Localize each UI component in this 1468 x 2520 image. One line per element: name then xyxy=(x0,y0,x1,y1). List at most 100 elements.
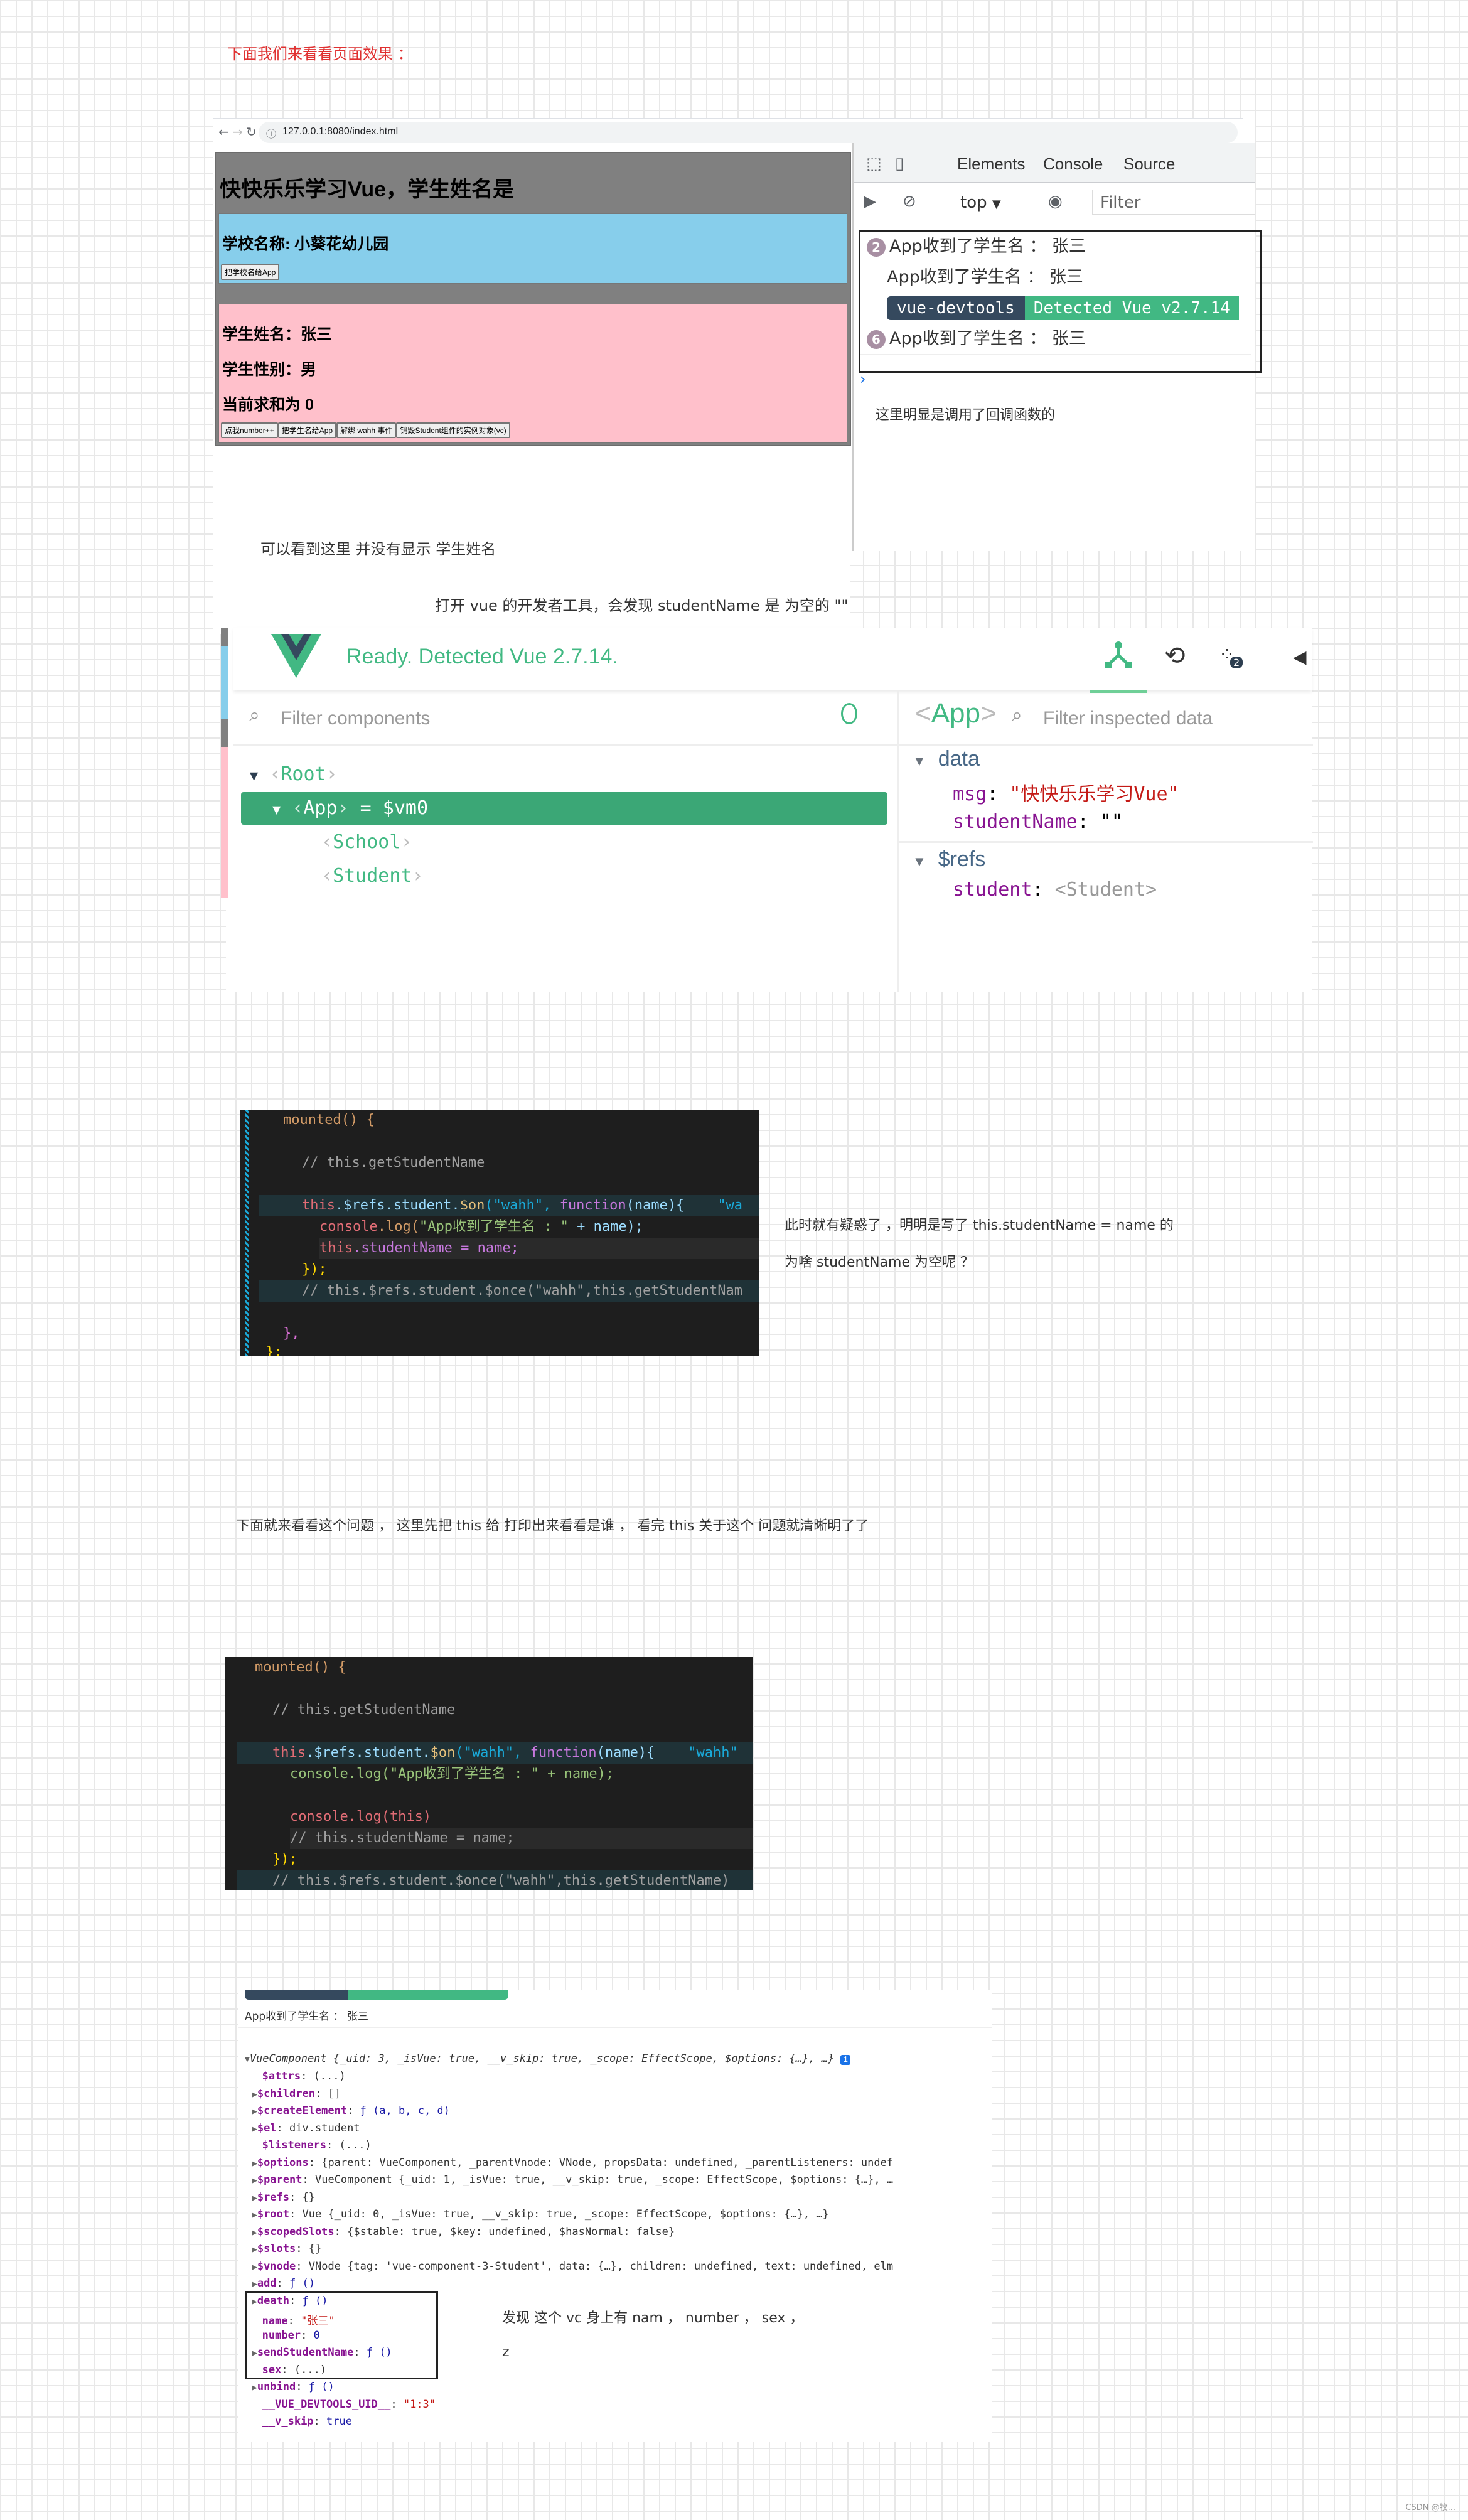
search-icon: ⌕ xyxy=(1012,704,1022,726)
tab-console[interactable]: Console xyxy=(1036,154,1111,185)
clear-console-icon[interactable]: ⊘ xyxy=(903,192,916,211)
dump-row[interactable]: ▶$slots: {} xyxy=(252,2243,321,2255)
tree-item-app[interactable]: ▼ ‹App› = $vm0 xyxy=(241,792,887,825)
expand-arrow-icon[interactable]: ▶ xyxy=(252,2090,257,2099)
dump-row[interactable]: ▶$el: div.student xyxy=(252,2122,360,2135)
question-note-line1: 此时就有疑惑了 ，明明是写了 this.studentName = name 的 xyxy=(785,1218,1174,1233)
dump-value: div.student xyxy=(289,2121,360,2135)
timeline-history-icon[interactable]: ⟲ xyxy=(1164,641,1186,670)
code-line: // this.$refs.student.$once("wahh",this.… xyxy=(237,1870,753,1890)
student-sex: 学生性别：男 xyxy=(222,361,317,378)
reload-icon[interactable]: ↻ xyxy=(246,124,257,139)
code-line: this.$refs.student.$on("wahh", function(… xyxy=(259,1195,759,1216)
dump-value: "1:3" xyxy=(403,2398,436,2411)
dump-row[interactable]: ▶$parent: VueComponent {_uid: 1, _isVue:… xyxy=(252,2174,893,2186)
intro-note: 下面我们来看看页面效果 ： xyxy=(227,45,413,63)
dump-row[interactable]: ▶$refs: {} xyxy=(252,2191,315,2204)
dump-row: $listeners: (...) xyxy=(252,2139,372,2152)
page-edge-strip xyxy=(221,628,228,898)
expand-arrow-icon[interactable]: ▶ xyxy=(252,2194,257,2203)
expand-arrow-icon[interactable]: ▶ xyxy=(252,2125,257,2134)
destroy-student-button[interactable]: 销毁Student组件的实例对象(vc) xyxy=(396,422,510,438)
sidebar-toggle-icon[interactable]: ▶ xyxy=(864,192,876,211)
expand-arrow-icon[interactable]: ▼ xyxy=(241,768,258,784)
dump-header[interactable]: ▼VueComponent {_uid: 3, _isVue: true, __… xyxy=(245,2052,851,2065)
code-line: // this.$refs.student.$once("wahh",this.… xyxy=(259,1280,759,1302)
dump-value: ƒ () xyxy=(308,2381,335,2393)
expand-arrow-icon[interactable]: ▶ xyxy=(252,2211,257,2220)
dump-row[interactable]: ▶unbind: ƒ () xyxy=(252,2381,335,2393)
context-selector[interactable]: top ▼ xyxy=(960,193,1001,212)
filter-inspected-data-input[interactable]: Filter inspected data xyxy=(1043,708,1213,729)
dump-row[interactable]: ▶$options: {parent: VueComponent, _paren… xyxy=(252,2157,893,2169)
question-note-line2: 为啥 studentName 为空呢 ？ xyxy=(785,1255,974,1270)
send-student-name-button[interactable]: 把学生名给App xyxy=(277,422,337,438)
vue-devtools-badge-cut xyxy=(245,1990,508,2000)
dump-row[interactable]: ▶$children: [] xyxy=(252,2088,341,2100)
dump-row[interactable]: ▶$vnode: VNode {tag: 'vue-component-3-St… xyxy=(252,2260,893,2273)
code-line: }); xyxy=(272,1852,297,1867)
info-icon[interactable]: i xyxy=(840,2055,851,2065)
dump-key: $listeners xyxy=(262,2139,327,2152)
tab-sources[interactable]: Source xyxy=(1123,154,1175,174)
code-line: mounted() { xyxy=(283,1112,375,1128)
filter-components[interactable]: ⌕ Filter components xyxy=(233,690,897,746)
expand-arrow-icon[interactable]: ▶ xyxy=(252,2159,257,2169)
dump-row[interactable]: ▶add: ƒ () xyxy=(252,2277,315,2290)
dump-value: true xyxy=(326,2415,352,2428)
performance-icon[interactable]: ⁘ 2 xyxy=(1219,644,1243,668)
url-text: 127.0.0.1:8080/index.html xyxy=(282,126,399,137)
data-section[interactable]: ▼ data xyxy=(913,747,980,771)
info-icon[interactable]: ⓘ xyxy=(266,126,276,141)
device-toolbar-icon[interactable]: ▯ xyxy=(895,154,904,173)
inspect-element-icon[interactable]: ⬚ xyxy=(866,154,882,173)
console-prompt-icon[interactable]: › xyxy=(860,370,866,388)
forward-arrow-icon[interactable]: → xyxy=(232,124,243,139)
dump-key: $parent xyxy=(257,2174,303,2186)
dump-row[interactable]: ▶$root: Vue {_uid: 0, _isVue: true, __v_… xyxy=(252,2208,829,2221)
expand-arrow-icon[interactable]: ▶ xyxy=(252,2228,257,2238)
dump-key: $vnode xyxy=(257,2260,296,2273)
page-note: 可以看到这里 并没有显示 学生姓名 xyxy=(260,540,496,558)
filter-components-input[interactable]: Filter components xyxy=(281,708,430,729)
eye-icon[interactable]: ◉ xyxy=(1048,192,1063,211)
dump-key: __VUE_DEVTOOLS_UID__ xyxy=(262,2398,391,2411)
expand-arrow-icon[interactable]: ▶ xyxy=(252,2107,257,2116)
tree-item-root[interactable]: ▼ ‹Root› xyxy=(241,758,887,791)
dump-row[interactable]: ▶$scopedSlots: {$stable: true, $key: und… xyxy=(252,2226,675,2238)
expand-arrow-icon[interactable]: ▶ xyxy=(252,2176,257,2185)
console-row: App收到了学生名 ： 张三 xyxy=(860,262,1251,292)
send-school-name-button[interactable]: 把学校名给App xyxy=(221,264,280,280)
tab-elements[interactable]: Elements xyxy=(957,154,1025,174)
tree-item-suffix: = $vm0 xyxy=(348,797,429,819)
expand-arrow-icon[interactable]: ▶ xyxy=(252,2245,257,2255)
expand-arrow-icon[interactable]: ▶ xyxy=(252,2280,257,2289)
dump-row[interactable]: ▶$createElement: ƒ (a, b, c, d) xyxy=(252,2104,450,2117)
unbind-wahh-button[interactable]: 解绑 wahh 事件 xyxy=(336,422,397,438)
code-line: }); xyxy=(302,1262,327,1277)
components-tab[interactable] xyxy=(1090,639,1147,693)
expand-arrow-icon[interactable]: ▼ xyxy=(241,802,281,818)
expand-arrow-icon[interactable]: ▶ xyxy=(252,2263,257,2272)
tree-item-student[interactable]: ‹Student› xyxy=(241,860,887,893)
refs-section[interactable]: ▼ $refs xyxy=(913,847,985,872)
address-field[interactable]: ⓘ 127.0.0.1:8080/index.html xyxy=(259,122,1238,143)
back-arrow-icon[interactable]: ← xyxy=(218,124,229,139)
console-filter-input[interactable]: Filter xyxy=(1092,190,1255,215)
student-name: 学生姓名：张三 xyxy=(222,326,333,343)
code-line: // this.getStudentName xyxy=(302,1155,485,1171)
more-tabs-icon[interactable]: ◀ xyxy=(1293,646,1307,667)
component-tree-panel: ⌕ Filter components ▼ ‹Root› ▼ ‹App› = $… xyxy=(233,690,899,992)
console-message: App收到了学生名 ： 张三 xyxy=(245,2010,369,2023)
code-block-2: mounted() { // this.getStudentName this.… xyxy=(225,1657,753,1890)
console-message: App收到了学生名 ： 张三 xyxy=(889,329,1086,348)
tree-item-school[interactable]: ‹School› xyxy=(241,826,887,859)
dump-note-line2: z xyxy=(502,2344,510,2360)
number-increment-button[interactable]: 点我number++ xyxy=(221,422,278,438)
select-component-icon[interactable] xyxy=(841,703,857,724)
repeat-count-badge: 2 xyxy=(867,237,886,257)
expand-arrow-icon[interactable]: ▶ xyxy=(252,2383,257,2393)
dump-value: {} xyxy=(308,2243,322,2255)
dropdown-arrow-icon: ▼ xyxy=(992,198,1001,211)
